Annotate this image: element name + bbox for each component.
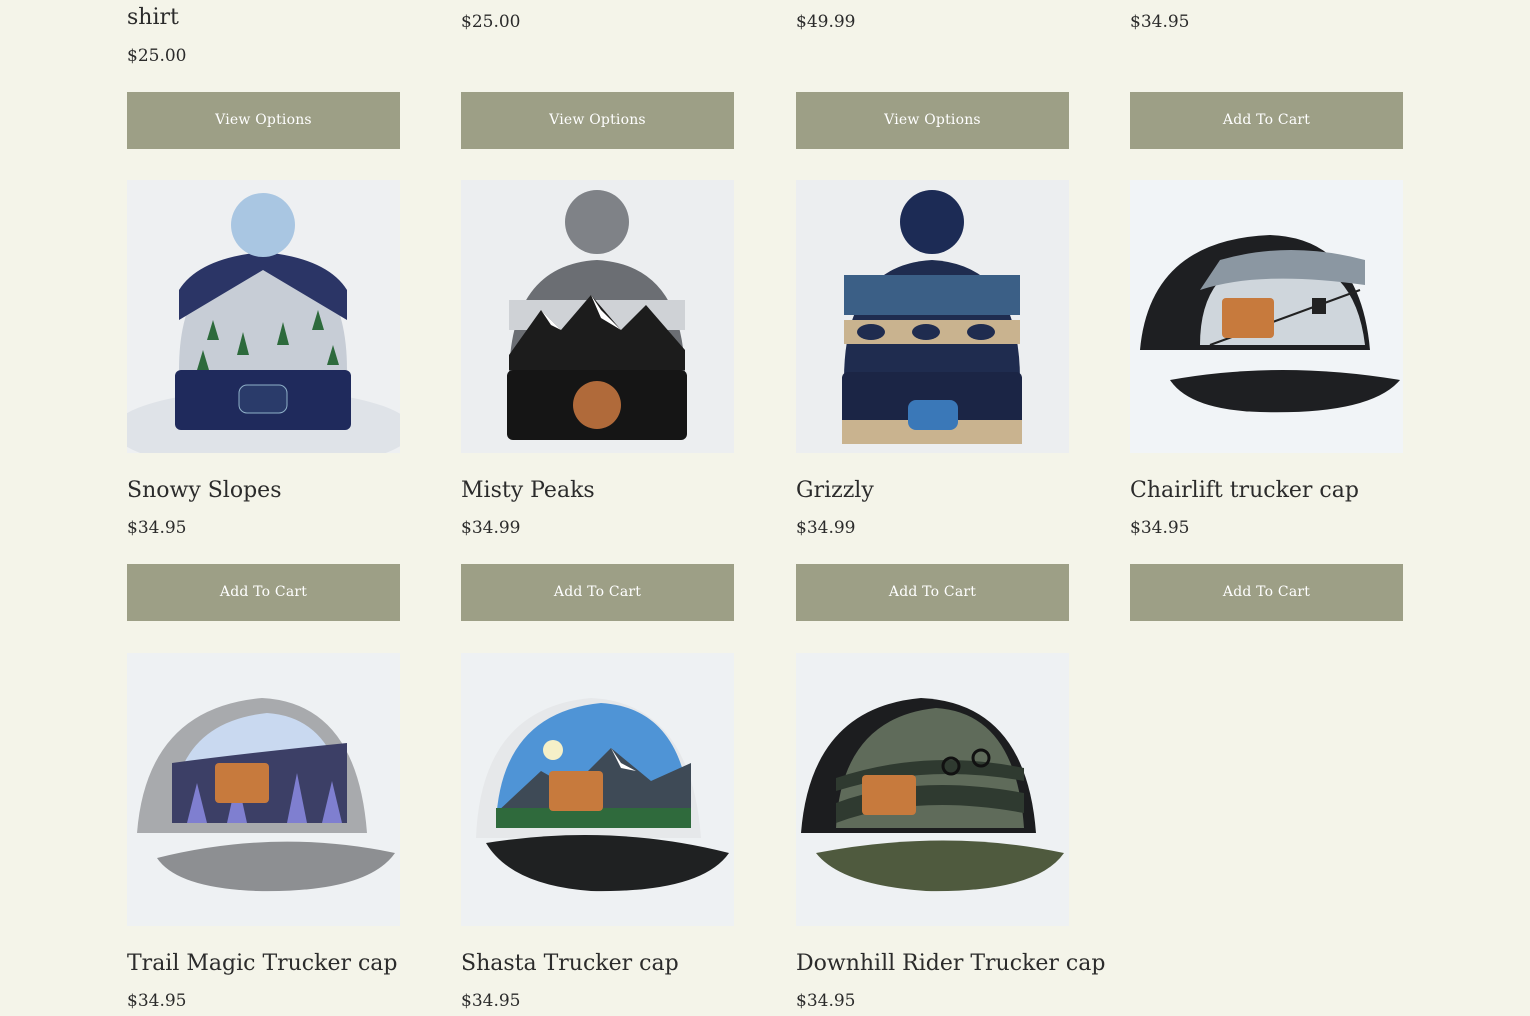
product-image[interactable] [461, 180, 734, 453]
product-price: $34.95 [1130, 12, 1190, 32]
product-image[interactable] [127, 180, 400, 453]
product-image[interactable] [127, 653, 400, 926]
product-title[interactable]: shirt [127, 4, 179, 32]
product-image[interactable] [796, 653, 1069, 926]
add-to-cart-button[interactable]: Add To Cart [461, 564, 734, 621]
product-title[interactable]: Grizzly [796, 477, 874, 505]
trail-magic-cap-icon [127, 653, 400, 926]
chairlift-cap-icon [1130, 180, 1403, 453]
product-grid: shirt $25.00 View Options $25.00 View Op… [0, 0, 1530, 1016]
product-title[interactable]: Snowy Slopes [127, 477, 281, 505]
product-price: $25.00 [127, 46, 187, 66]
grey-beanie-icon [461, 180, 734, 453]
product-price: $34.95 [796, 991, 856, 1011]
product-image[interactable] [796, 180, 1069, 453]
view-options-button[interactable]: View Options [127, 92, 400, 149]
product-image[interactable] [461, 653, 734, 926]
product-title[interactable]: Trail Magic Trucker cap [127, 950, 398, 978]
navy-beanie-icon [127, 180, 400, 453]
shasta-cap-icon [461, 653, 734, 926]
product-price: $49.99 [796, 12, 856, 32]
product-title[interactable]: Downhill Rider Trucker cap [796, 950, 1105, 978]
product-price: $34.95 [127, 991, 187, 1011]
grizzly-beanie-icon [796, 180, 1069, 453]
product-price: $25.00 [461, 12, 521, 32]
product-price: $34.95 [127, 518, 187, 538]
product-price: $34.99 [461, 518, 521, 538]
product-image[interactable] [1130, 180, 1403, 453]
product-title[interactable]: Shasta Trucker cap [461, 950, 679, 978]
product-title[interactable]: Misty Peaks [461, 477, 595, 505]
downhill-rider-cap-icon [796, 653, 1069, 926]
add-to-cart-button[interactable]: Add To Cart [796, 564, 1069, 621]
view-options-button[interactable]: View Options [461, 92, 734, 149]
product-price: $34.95 [1130, 518, 1190, 538]
add-to-cart-button[interactable]: Add To Cart [1130, 92, 1403, 149]
view-options-button[interactable]: View Options [796, 92, 1069, 149]
add-to-cart-button[interactable]: Add To Cart [127, 564, 400, 621]
add-to-cart-button[interactable]: Add To Cart [1130, 564, 1403, 621]
product-price: $34.95 [461, 991, 521, 1011]
product-price: $34.99 [796, 518, 856, 538]
product-title[interactable]: Chairlift trucker cap [1130, 477, 1359, 505]
